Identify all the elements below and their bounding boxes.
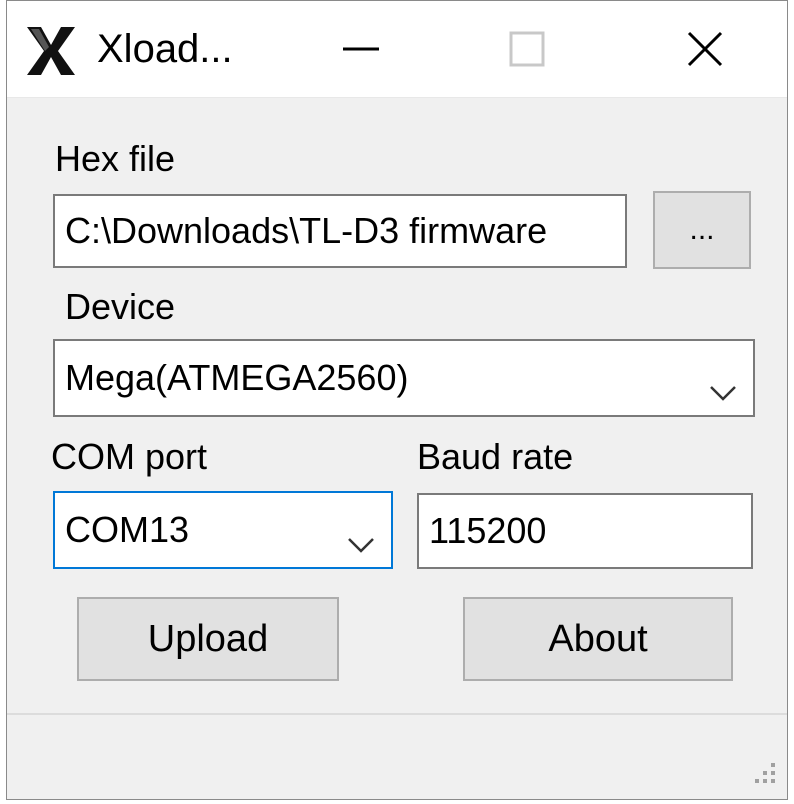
com-port-label: COM port bbox=[51, 436, 208, 477]
com-port-selected-value: COM13 bbox=[65, 509, 190, 550]
upload-button[interactable]: Upload bbox=[77, 597, 339, 681]
title-bar[interactable]: Xload... bbox=[7, 1, 787, 98]
device-select[interactable]: Mega(ATMEGA2560) bbox=[53, 339, 755, 417]
hex-file-label: Hex file bbox=[55, 138, 176, 179]
com-port-select[interactable]: COM13 bbox=[53, 491, 393, 569]
window-title: Xload... bbox=[97, 27, 233, 71]
browse-button[interactable]: ... bbox=[653, 191, 751, 269]
close-icon[interactable] bbox=[673, 17, 737, 81]
hex-file-input[interactable]: C:\Downloads\TL-D3 firmware bbox=[53, 194, 627, 268]
about-button-label: About bbox=[548, 617, 648, 660]
upload-button-label: Upload bbox=[147, 617, 269, 660]
baud-rate-value: 115200 bbox=[429, 510, 547, 551]
baud-rate-input[interactable]: 115200 bbox=[417, 493, 753, 569]
browse-button-label: ... bbox=[689, 213, 715, 246]
status-bar-divider bbox=[7, 713, 787, 715]
hex-file-path: C:\Downloads\TL-D3 firmware bbox=[65, 210, 548, 251]
chevron-down-icon bbox=[709, 369, 737, 401]
device-selected-value: Mega(ATMEGA2560) bbox=[65, 357, 409, 398]
device-label: Device bbox=[65, 286, 176, 327]
chevron-down-icon bbox=[347, 521, 375, 553]
maximize-icon[interactable] bbox=[495, 17, 559, 81]
xloader-x-icon bbox=[23, 23, 79, 79]
about-button[interactable]: About bbox=[463, 597, 733, 681]
resize-grip-icon[interactable] bbox=[747, 759, 777, 789]
xloader-window: Xload... Hex file C:\Downloads\TL-D3 fir… bbox=[6, 0, 788, 800]
minimize-icon[interactable] bbox=[329, 17, 393, 81]
baud-rate-label: Baud rate bbox=[417, 436, 574, 477]
